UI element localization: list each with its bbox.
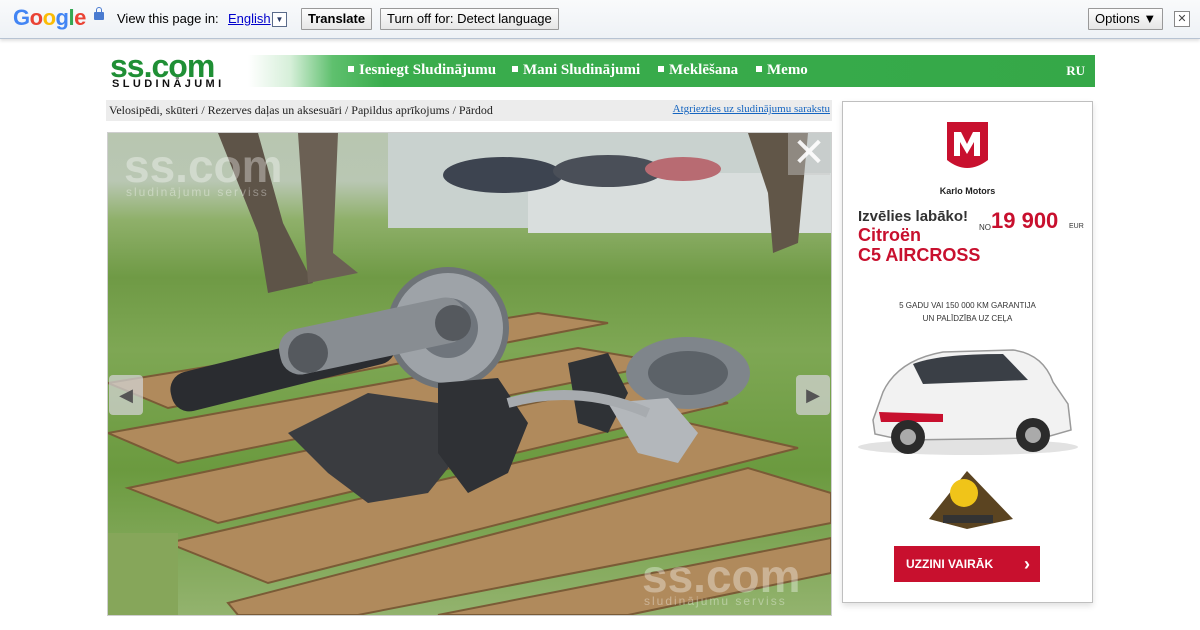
ad-warranty: 5 GADU VAI 150 000 KM GARANTIJA UN PALĪD… (843, 299, 1092, 325)
listing-photo[interactable]: ss.com sludinājumu serviss ss.com sludin… (107, 132, 832, 616)
warranty-line-1: 5 GADU VAI 150 000 KM GARANTIJA (899, 301, 1036, 310)
car-image (858, 349, 1078, 455)
options-button[interactable]: Options ▼ (1088, 8, 1164, 30)
menu-item-search[interactable]: Meklēšana (658, 62, 738, 79)
ad-price: 19 900 (991, 208, 1059, 233)
translate-bar: Google View this page in: English ▼ Tran… (0, 0, 1200, 39)
karlo-motors-logo-icon (947, 122, 988, 168)
google-logo: Google (13, 5, 86, 30)
target-language-link[interactable]: English (228, 11, 271, 26)
menu-item-submit[interactable]: Iesniegt Sludinājumu (348, 62, 496, 79)
ad-model-brand: Citroën (858, 225, 921, 245)
price-currency: EUR (1069, 223, 1084, 230)
menu-item-my-ads[interactable]: Mani Sludinājumi (512, 62, 640, 79)
translate-button[interactable]: Translate (301, 8, 373, 30)
lock-icon (94, 7, 104, 20)
watermark-bottom-sub: sludinājumu serviss (644, 594, 787, 608)
warranty-line-2: UN PALĪDZĪBA UZ CEĻA (922, 314, 1013, 323)
close-icon[interactable]: ✕ (1174, 11, 1190, 27)
watermark-top-sub: sludinājumu serviss (126, 185, 269, 199)
turn-off-button[interactable]: Turn off for: Detect language (380, 8, 559, 30)
award-badge-icon (929, 471, 1013, 529)
chevron-right-icon: › (1024, 554, 1030, 574)
logo-subtitle: SLUDINĀJUMI (112, 78, 225, 90)
main-menu: Iesniegt Sludinājumu Mani Sludinājumi Me… (248, 55, 1095, 87)
back-to-list-link[interactable]: Atgriezties uz sludinājumu sarakstu (673, 103, 830, 115)
language-dropdown-icon[interactable]: ▼ (272, 12, 287, 27)
ad-headline: Izvēlies labāko! (858, 208, 969, 225)
prev-photo-button[interactable]: ◀ (109, 375, 143, 415)
breadcrumb-path[interactable]: Velosipēdi, skūteri / Rezerves daļas un … (109, 103, 493, 118)
menu-item-memo[interactable]: Memo (756, 62, 808, 79)
breadcrumb: Velosipēdi, skūteri / Rezerves daļas un … (106, 100, 832, 121)
learn-more-label: UZZINI VAIRĀK (906, 557, 994, 571)
price-prefix: NO (979, 223, 991, 232)
advertiser-name: Karlo Motors (939, 186, 996, 196)
site-logo[interactable]: ss.com SLUDINĀJUMI (108, 48, 248, 92)
translate-prompt: View this page in: (117, 11, 219, 26)
ad-model-name: C5 AIRCROSS (858, 245, 981, 265)
learn-more-button[interactable]: UZZINI VAIRĀK › (894, 546, 1040, 582)
language-switch[interactable]: RU (1066, 63, 1085, 79)
close-photo-icon[interactable]: ✕ (788, 133, 830, 175)
advertisement-banner[interactable]: Karlo Motors Izvēlies labāko! NO 19 900 … (842, 101, 1093, 603)
photo-illustration (108, 133, 831, 615)
next-photo-button[interactable]: ▶ (796, 375, 830, 415)
